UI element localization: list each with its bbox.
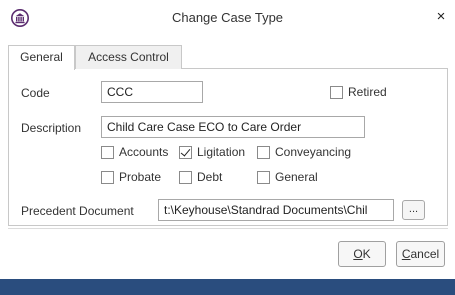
precedent-document-label: Precedent Document bbox=[21, 204, 134, 218]
probate-checkbox-box[interactable] bbox=[101, 170, 114, 184]
ligitation-checkbox[interactable]: Ligitation bbox=[179, 145, 245, 159]
conveyancing-label: Conveyancing bbox=[275, 145, 352, 159]
retired-label: Retired bbox=[348, 85, 387, 99]
cancel-button[interactable]: Cancel bbox=[396, 241, 445, 267]
tab-general[interactable]: General bbox=[8, 45, 75, 70]
conveyancing-checkbox[interactable]: Conveyancing bbox=[257, 145, 351, 159]
accounts-label: Accounts bbox=[119, 145, 169, 159]
retired-checkbox-box[interactable] bbox=[330, 85, 343, 99]
probate-label: Probate bbox=[119, 170, 162, 184]
conveyancing-checkbox-box[interactable] bbox=[257, 145, 270, 159]
title-bar: Change Case Type × bbox=[0, 0, 455, 32]
window-title: Change Case Type bbox=[171, 10, 284, 25]
ok-label-rest: K bbox=[362, 247, 371, 261]
precedent-document-field[interactable]: t:\Keyhouse\Standrad Documents\Chil bbox=[158, 199, 394, 221]
general-label: General bbox=[275, 170, 318, 184]
general-checkbox[interactable]: General bbox=[257, 170, 318, 184]
tab-strip: General Access Control bbox=[8, 45, 448, 70]
general-checkbox-box[interactable] bbox=[257, 170, 270, 184]
ok-button[interactable]: OK bbox=[338, 241, 386, 267]
debt-checkbox-box[interactable] bbox=[179, 170, 192, 184]
ligitation-checkbox-box[interactable] bbox=[179, 145, 192, 159]
tab-access-control[interactable]: Access Control bbox=[75, 45, 182, 69]
ok-mnemonic: O bbox=[353, 247, 363, 261]
cancel-label-rest: ancel bbox=[410, 247, 440, 261]
code-field[interactable]: CCC bbox=[101, 81, 203, 103]
accounts-checkbox[interactable]: Accounts bbox=[101, 145, 168, 159]
close-icon[interactable]: × bbox=[434, 9, 448, 24]
probate-checkbox[interactable]: Probate bbox=[101, 170, 161, 184]
debt-label: Debt bbox=[197, 170, 223, 184]
ligitation-label: Ligitation bbox=[197, 145, 246, 159]
description-label: Description bbox=[21, 121, 82, 135]
footer-bar bbox=[0, 279, 455, 295]
description-field[interactable]: Child Care Case ECO to Care Order bbox=[101, 116, 365, 138]
footer-separator bbox=[8, 228, 448, 229]
accounts-checkbox-box[interactable] bbox=[101, 145, 114, 159]
debt-checkbox[interactable]: Debt bbox=[179, 170, 222, 184]
browse-button[interactable]: ... bbox=[402, 200, 425, 220]
code-label: Code bbox=[21, 86, 50, 100]
retired-checkbox[interactable]: Retired bbox=[330, 85, 387, 99]
